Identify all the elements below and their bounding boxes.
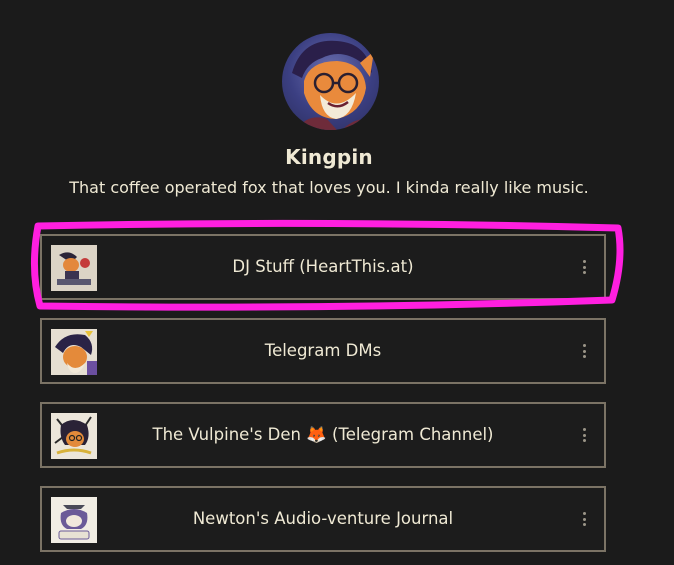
vertical-dots-icon[interactable] <box>580 426 588 444</box>
link-thumbnail <box>51 497 97 543</box>
vertical-dots-icon[interactable] <box>580 342 588 360</box>
profile-name: Kingpin <box>285 145 373 169</box>
profile-avatar <box>282 33 379 130</box>
link-label: DJ Stuff (HeartThis.at) <box>232 257 414 276</box>
vertical-dots-icon[interactable] <box>580 510 588 528</box>
profile-bio: That coffee operated fox that loves you.… <box>69 178 589 197</box>
link-label: The Vulpine's Den 🦊 (Telegram Channel) <box>152 425 494 444</box>
link-label: Telegram DMs <box>264 341 382 360</box>
link-thumbnail <box>51 413 97 459</box>
profile-page: Kingpin That coffee operated fox that lo… <box>0 0 674 565</box>
link-card-dj-stuff[interactable]: DJ Stuff (HeartThis.at) <box>40 234 606 300</box>
link-label: Newton's Audio-venture Journal <box>192 509 454 528</box>
link-thumbnail <box>51 329 97 375</box>
link-thumbnail <box>51 245 97 291</box>
link-card-telegram-dms[interactable]: Telegram DMs <box>40 318 606 384</box>
vertical-dots-icon[interactable] <box>580 258 588 276</box>
link-card-vulpines-den[interactable]: The Vulpine's Den 🦊 (Telegram Channel) <box>40 402 606 468</box>
link-card-newtons-journal[interactable]: Newton's Audio-venture Journal <box>40 486 606 552</box>
